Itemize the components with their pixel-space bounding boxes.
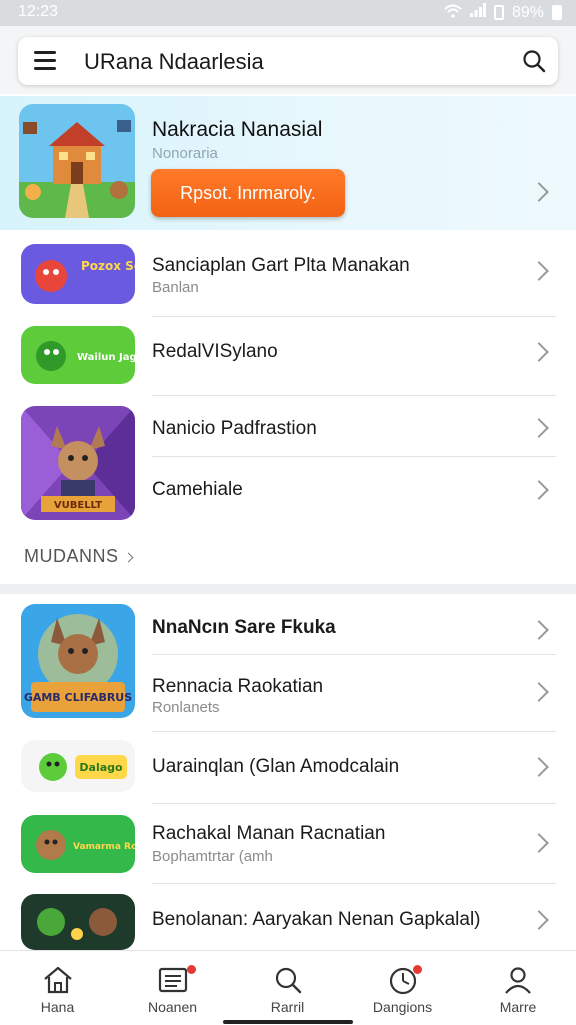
chevron-right-icon (529, 418, 549, 438)
list-item-thumbnail: Wailun Jagila (21, 326, 135, 384)
more-link[interactable]: MUDANNS (24, 546, 133, 567)
app-title: URana Ndaarlesia (84, 49, 264, 74)
section-divider (0, 584, 576, 594)
list-item-title: Nanicio Padfrastion (152, 418, 317, 439)
divider (152, 456, 556, 457)
more-link-label: MUDANNS (24, 546, 119, 566)
app-bar: URana Ndaarlesia (18, 37, 558, 85)
list-item-title: RedalVISylano (152, 341, 278, 362)
divider (152, 803, 556, 804)
list-item-subtitle: Bophamtrtar (amh (152, 848, 273, 865)
list-item-title: Rachakal Manan Racnatian (152, 823, 386, 844)
featured-action-button[interactable]: Rpsot. Inrmaroly. (151, 169, 345, 217)
tab-downloads[interactable]: Dangions (345, 951, 460, 1025)
list-item-subtitle: Ronlanets (152, 699, 220, 716)
list-item-title: Uarainqlan (Glan Amodcalain (152, 756, 400, 777)
list-item-thumbnail (21, 894, 135, 950)
notification-dot (187, 965, 196, 974)
thumb-text: Pozox Schuie (81, 259, 135, 273)
thumb-text: Vamarma Rcau (73, 842, 135, 852)
list-item-title: Rennacia Raokatian (152, 676, 324, 697)
tab-label: Noanen (147, 999, 198, 1015)
list-item-title: Camehiale (152, 479, 243, 500)
thumb-text: Dalago (79, 761, 123, 774)
chevron-right-icon (529, 833, 549, 853)
chevron-right-icon (529, 342, 549, 362)
tab-label: Dangions (372, 999, 433, 1015)
list-item-thumbnail: Vamarma Rcau (21, 815, 135, 873)
divider (152, 395, 556, 396)
chevron-right-icon (529, 480, 549, 500)
thumb-text: GAMB CLIFABRUS (24, 691, 132, 704)
thumb-text: Wailun Jagila (77, 352, 135, 363)
divider (152, 731, 556, 732)
status-time: 12:23 (18, 3, 59, 20)
tab-label: Rarril (270, 999, 305, 1015)
tab-label: Marre (499, 999, 537, 1015)
bottom-tab-bar: Hana Noanen Rarril Dangions Marre (0, 950, 576, 1025)
list-item-thumbnail: GAMB CLIFABRUS (21, 604, 135, 718)
tab-profile[interactable]: Marre (460, 951, 576, 1025)
search-icon (275, 967, 301, 994)
notification-dot (413, 965, 422, 974)
divider (152, 316, 556, 317)
app-bar-container: URana Ndaarlesia (0, 26, 576, 94)
tab-search[interactable]: Rarril (230, 951, 345, 1025)
battery-icon (552, 5, 562, 20)
list-item-title: Benolanan: Aaryakan Nenan Gapkalal) (152, 909, 481, 930)
list-icon (158, 967, 187, 993)
featured-title: Nakracia Nanasial (152, 118, 323, 141)
search-icon[interactable] (522, 49, 546, 73)
chevron-right-icon (123, 552, 133, 563)
home-icon (43, 966, 72, 994)
sim-icon (493, 5, 504, 20)
chevron-right-icon (529, 620, 549, 640)
status-bar: 12:23 89% (0, 0, 576, 26)
chevron-right-icon (529, 261, 549, 281)
chevron-right-icon (529, 910, 549, 930)
wifi-icon (444, 4, 462, 22)
tab-label: Hana (40, 999, 75, 1015)
tab-home[interactable]: Hana (0, 951, 115, 1025)
person-icon (505, 967, 531, 994)
chevron-right-icon (529, 682, 549, 702)
divider (152, 883, 556, 884)
status-icons: 89% (444, 3, 562, 22)
tab-list[interactable]: Noanen (115, 951, 230, 1025)
list-item-thumbnail: Pozox Schuie (21, 244, 135, 304)
featured-subtitle: Nonoraria (152, 145, 218, 162)
featured-thumbnail[interactable] (19, 104, 135, 218)
home-indicator (223, 1020, 353, 1024)
menu-icon[interactable] (34, 51, 56, 71)
battery-percent: 89% (511, 3, 544, 21)
list-item-subtitle: Banlan (152, 279, 199, 296)
list-item-thumbnail: VUBELLT (21, 406, 135, 520)
chevron-right-icon (529, 757, 549, 777)
list-item-title: Sanciaplan Gart Plta Manakan (152, 255, 410, 276)
list-item-thumbnail: Dalago (21, 740, 135, 792)
thumb-text: VUBELLT (54, 500, 102, 511)
list-item-title: NnaNcın Sare Fkuka (152, 617, 336, 638)
divider (152, 654, 556, 655)
signal-icon (469, 3, 486, 22)
